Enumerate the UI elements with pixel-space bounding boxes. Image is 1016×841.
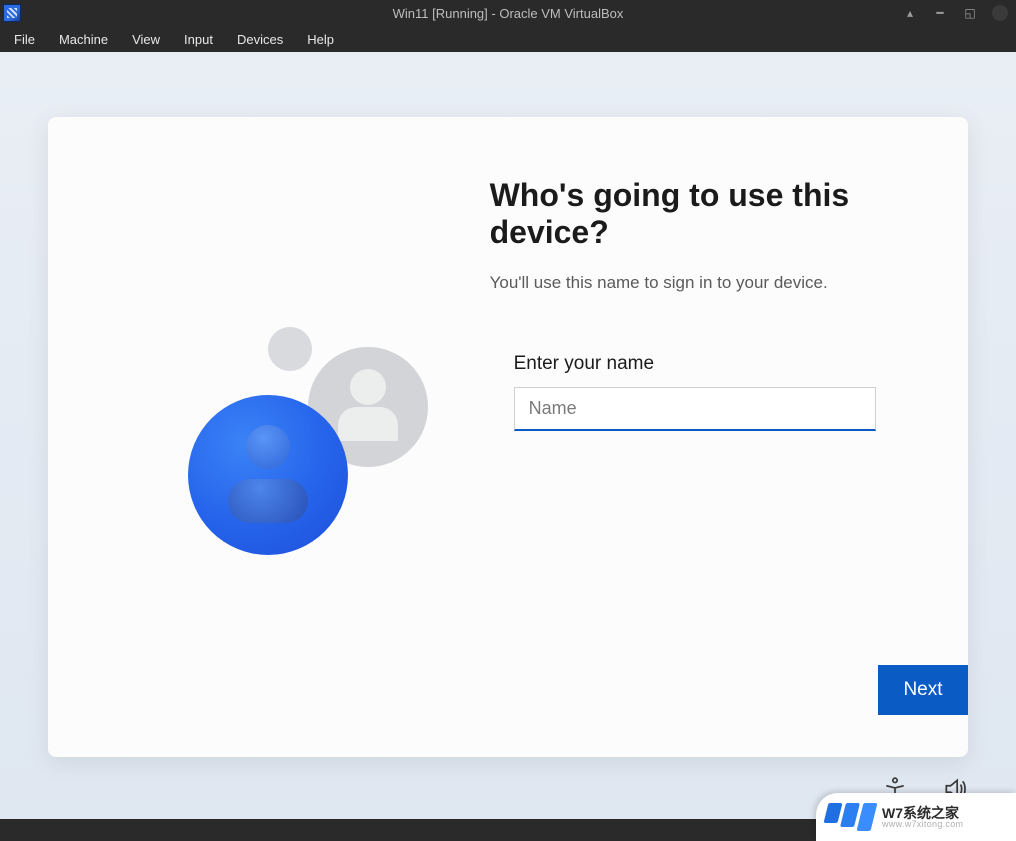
name-input[interactable]	[514, 387, 876, 431]
oobe-illustration-pane	[48, 117, 490, 757]
menu-help[interactable]: Help	[297, 29, 344, 50]
minimize-button[interactable]: ━	[932, 5, 948, 21]
watermark-url: www.w7xitong.com	[882, 820, 963, 829]
titlebar: Win11 [Running] - Oracle VM VirtualBox ▴…	[0, 0, 1016, 26]
oobe-form-pane: Who's going to use this device? You'll u…	[490, 117, 968, 757]
maximize-button[interactable]: ◱	[962, 5, 978, 21]
next-button[interactable]: Next	[878, 665, 968, 715]
oobe-heading: Who's going to use this device?	[490, 177, 850, 251]
watermark: W7系统之家 www.w7xitong.com	[816, 793, 1016, 841]
menubar: File Machine View Input Devices Help	[0, 26, 1016, 52]
pin-icon[interactable]: ▴	[902, 5, 918, 21]
menu-devices[interactable]: Devices	[227, 29, 293, 50]
oobe-card: Who's going to use this device? You'll u…	[48, 117, 968, 757]
menu-input[interactable]: Input	[174, 29, 223, 50]
guest-display: Who's going to use this device? You'll u…	[0, 52, 1016, 819]
oobe-subtext: You'll use this name to sign in to your …	[490, 273, 948, 293]
watermark-title: W7系统之家	[882, 806, 963, 820]
menu-view[interactable]: View	[122, 29, 170, 50]
name-field-label: Enter your name	[514, 353, 948, 375]
window-controls: ▴ ━ ◱	[902, 5, 1016, 21]
menu-machine[interactable]: Machine	[49, 29, 118, 50]
window-title: Win11 [Running] - Oracle VM VirtualBox	[393, 6, 624, 21]
close-button[interactable]	[992, 5, 1008, 21]
watermark-logo-icon	[826, 803, 874, 831]
user-illustration	[138, 317, 438, 617]
virtualbox-app-icon	[3, 4, 21, 22]
menu-file[interactable]: File	[4, 29, 45, 50]
